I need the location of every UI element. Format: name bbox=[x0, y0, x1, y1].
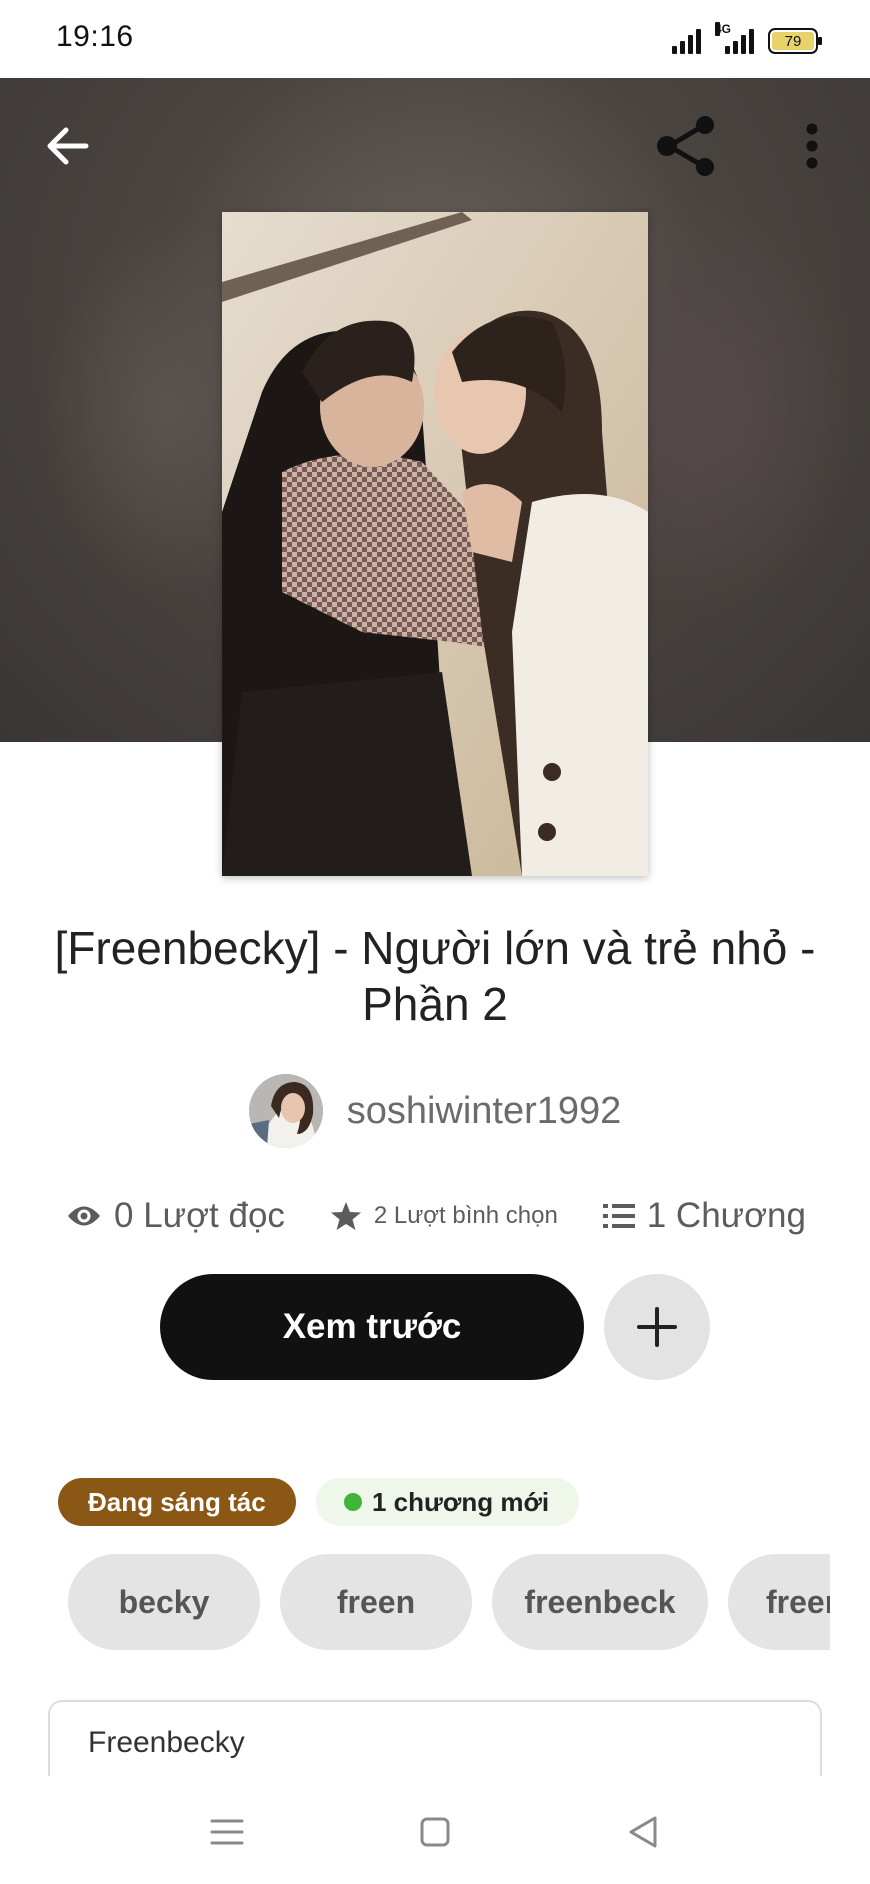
more-options-button[interactable] bbox=[790, 116, 834, 176]
avatar-image bbox=[248, 1074, 323, 1148]
reads-stat: 0 Lượt đọc bbox=[66, 1196, 285, 1236]
tag-chip[interactable]: becky bbox=[68, 1554, 260, 1650]
tag-chip[interactable]: freer bbox=[728, 1554, 830, 1650]
mobile-data-icon: 4G bbox=[715, 22, 754, 54]
status-icons: 4G 79 bbox=[672, 22, 822, 54]
author-row[interactable]: soshiwinter1992 bbox=[0, 1074, 870, 1148]
status-badge: Đang sáng tác bbox=[58, 1478, 296, 1526]
share-button[interactable] bbox=[650, 110, 722, 182]
reads-count: 0 Lượt đọc bbox=[114, 1196, 285, 1235]
back-button[interactable] bbox=[40, 118, 96, 174]
parts-stat[interactable]: 1 Chương bbox=[602, 1196, 806, 1236]
parts-count: 1 Chương bbox=[646, 1196, 806, 1235]
share-icon bbox=[657, 116, 714, 176]
story-title: [Freenbecky] - Người lớn và trẻ nhỏ - Ph… bbox=[54, 922, 816, 1030]
menu-button[interactable] bbox=[199, 1804, 255, 1860]
votes-stat: 2 Lượt bình chọn bbox=[330, 1201, 558, 1231]
tags-list[interactable]: becky freen freenbeck freer bbox=[0, 1554, 830, 1652]
list-icon bbox=[602, 1204, 635, 1228]
signal-icon bbox=[672, 28, 701, 54]
author-name[interactable]: soshiwinter1992 bbox=[347, 1090, 622, 1133]
author-avatar[interactable] bbox=[248, 1074, 323, 1148]
home-square-icon bbox=[420, 1817, 450, 1847]
menu-icon bbox=[210, 1819, 244, 1845]
battery-icon: 79 bbox=[768, 28, 822, 54]
tag-chip[interactable]: freen bbox=[280, 1554, 472, 1650]
system-nav-bar bbox=[0, 1776, 870, 1884]
status-bar: 19:16 4G 79 bbox=[0, 0, 870, 78]
tag-chip[interactable]: freenbeck bbox=[492, 1554, 708, 1650]
story-stats: 0 Lượt đọc 2 Lượt bình chọn 1 Chương bbox=[66, 1190, 806, 1242]
new-indicator-dot bbox=[344, 1493, 362, 1511]
back-triangle-icon bbox=[629, 1816, 657, 1848]
star-icon bbox=[330, 1202, 361, 1230]
description-text: Freenbecky bbox=[88, 1726, 245, 1759]
arrow-left-icon bbox=[47, 127, 89, 165]
eye-icon bbox=[68, 1206, 100, 1226]
battery-level: 79 bbox=[772, 32, 814, 50]
home-button[interactable] bbox=[407, 1804, 463, 1860]
add-to-library-button[interactable] bbox=[604, 1274, 710, 1380]
more-vertical-icon bbox=[806, 123, 818, 169]
votes-count: 2 Lượt bình chọn bbox=[373, 1202, 558, 1229]
plus-icon bbox=[637, 1307, 677, 1347]
back-nav-button[interactable] bbox=[615, 1804, 671, 1860]
story-cover-image[interactable] bbox=[222, 212, 648, 876]
network-type-label: 4G bbox=[715, 22, 732, 36]
preview-button[interactable]: Xem trước bbox=[160, 1274, 584, 1380]
cover-illustration bbox=[222, 212, 648, 876]
new-parts-badge: 1 chương mới bbox=[316, 1478, 580, 1526]
new-parts-label: 1 chương mới bbox=[372, 1486, 550, 1517]
status-time: 19:16 bbox=[56, 20, 134, 53]
